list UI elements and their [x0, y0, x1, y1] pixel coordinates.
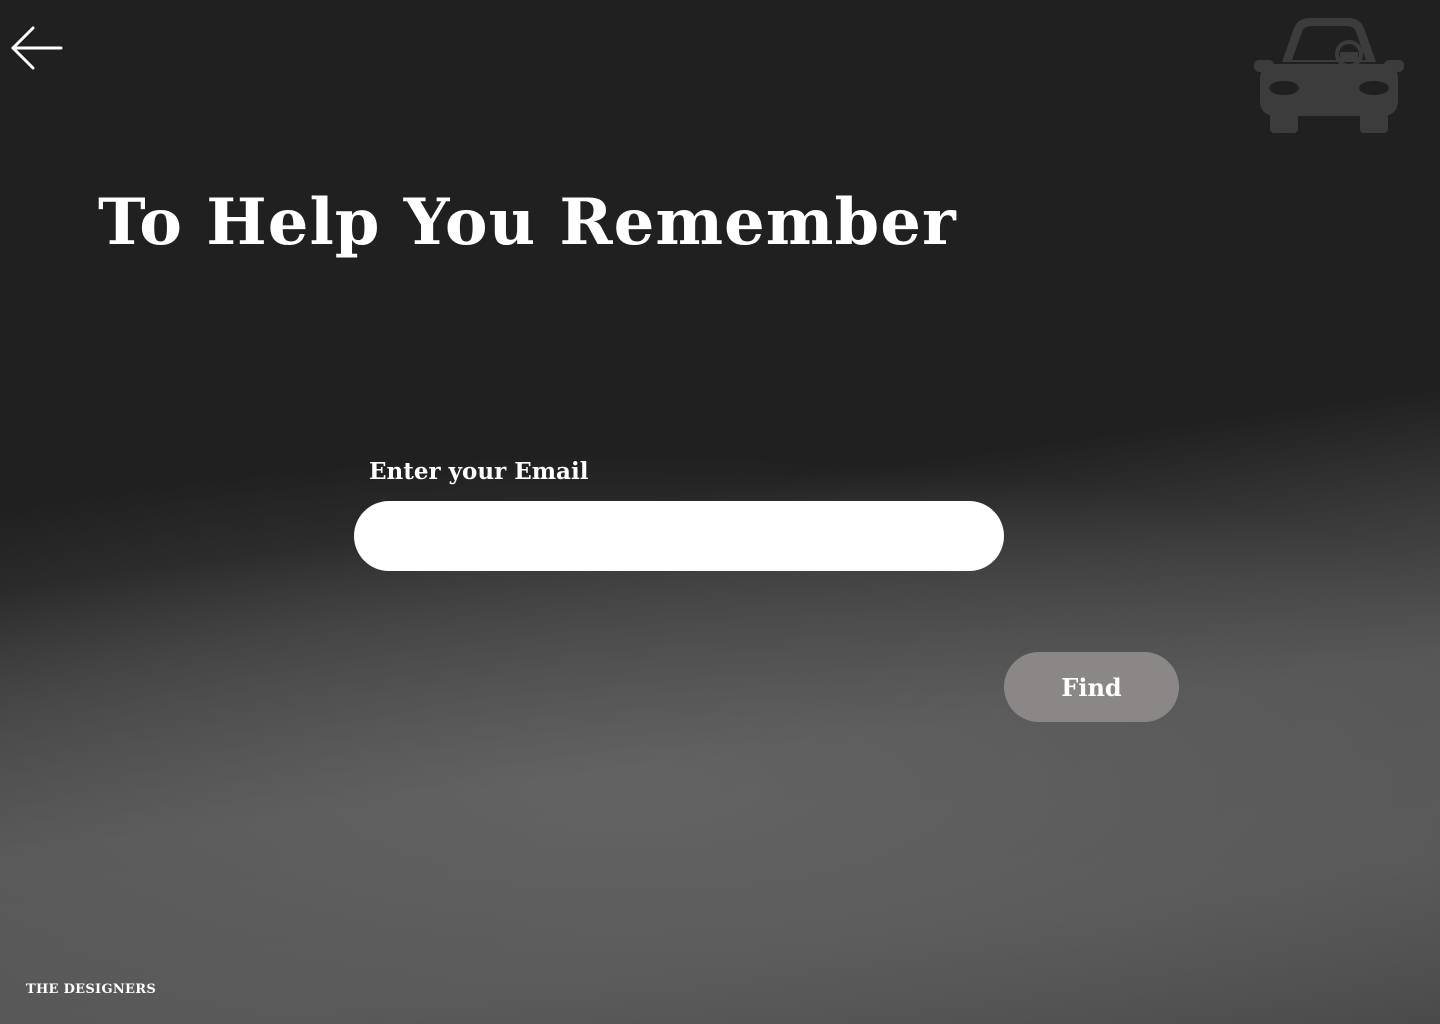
- car-icon: [1254, 18, 1404, 133]
- email-input[interactable]: [354, 501, 1004, 571]
- arrow-left-icon: [11, 26, 63, 70]
- find-button[interactable]: Find: [1004, 652, 1179, 722]
- footer-brand: THE DESIGNERS: [26, 982, 157, 997]
- email-label: Enter your Email: [369, 458, 589, 485]
- page-title: To Help You Remember: [98, 185, 957, 260]
- back-button[interactable]: [8, 22, 66, 74]
